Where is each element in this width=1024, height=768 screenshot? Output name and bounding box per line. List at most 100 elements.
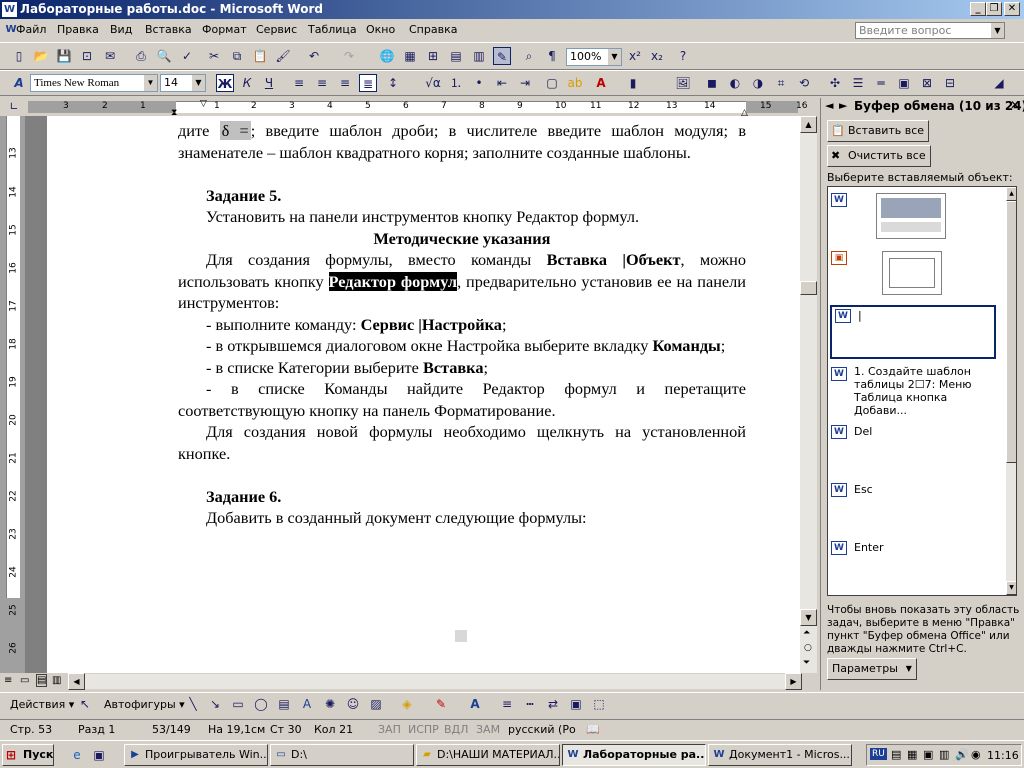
tables-borders-icon[interactable]: ▦: [401, 47, 419, 65]
selected-text[interactable]: Редактор формул: [328, 271, 458, 291]
clip-scroll-up-icon[interactable]: ▲: [1006, 187, 1016, 201]
reset-picture-icon[interactable]: ⊟: [941, 74, 959, 92]
status-track[interactable]: ИСПР: [408, 723, 439, 736]
redo-icon[interactable]: ↷: [340, 47, 358, 65]
brightness-icon[interactable]: ◑: [749, 74, 767, 92]
tray-connection-icon[interactable]: ▥: [939, 748, 949, 761]
status-ext[interactable]: ВДЛ: [444, 723, 468, 736]
rectangle-icon[interactable]: ▭: [229, 695, 247, 713]
columns-icon[interactable]: ▥: [470, 47, 488, 65]
next-page-icon[interactable]: ⏷: [803, 658, 810, 668]
rotate-icon[interactable]: ⟲: [795, 74, 813, 92]
compress-icon[interactable]: ═: [872, 74, 890, 92]
clear-all-button[interactable]: ✖ Очистить все: [827, 145, 931, 167]
line-spacing-icon[interactable]: ↕: [384, 74, 402, 92]
status-ovr[interactable]: ЗАМ: [476, 723, 500, 736]
clip-item-enter[interactable]: W Enter: [828, 539, 1000, 589]
justify-icon[interactable]: ≣: [359, 74, 377, 92]
border-icon[interactable]: ▢: [543, 74, 561, 92]
clip-list-scrollbar[interactable]: ▲ ▼: [1006, 187, 1016, 595]
format-picture-icon[interactable]: ⊠: [918, 74, 936, 92]
document-page[interactable]: дите δ =; введите шаблон дроби; в числит…: [47, 116, 800, 673]
superscript-icon[interactable]: x²: [626, 47, 644, 65]
draw-font-color-icon[interactable]: A: [466, 695, 484, 713]
print-layout-icon[interactable]: ▤: [36, 674, 48, 687]
task-explorer-materials[interactable]: ▰ D:\НАШИ МАТЕРИАЛ...: [416, 744, 560, 766]
word-app-icon[interactable]: W: [2, 2, 17, 17]
menu-file[interactable]: Файл: [16, 23, 46, 36]
horizontal-scroll-track[interactable]: [85, 674, 785, 689]
menu-view[interactable]: Вид: [110, 23, 132, 36]
scroll-up-icon[interactable]: ▲: [800, 116, 817, 133]
menu-tools[interactable]: Сервис: [256, 23, 297, 36]
menu-format[interactable]: Формат: [202, 23, 247, 36]
ruler-track[interactable]: [176, 101, 746, 113]
volume-icon[interactable]: 🔊: [955, 748, 969, 761]
clip-item-4[interactable]: W 1. Создайте шаблон таблицы 2☐7: Меню Т…: [828, 365, 1000, 417]
3d-icon[interactable]: ⬚: [590, 695, 608, 713]
clipart-icon[interactable]: ☺: [344, 695, 362, 713]
draw-actions-menu[interactable]: Действия ▾: [10, 698, 74, 711]
clipboard-items-list[interactable]: W ▣ W | W 1. Создайте шаблон таблицы 2☐7…: [827, 186, 1017, 596]
help-dropdown-arrow-icon[interactable]: ▼: [991, 23, 1004, 38]
scroll-down-icon[interactable]: ▼: [800, 609, 817, 626]
underline-button[interactable]: Ч: [260, 74, 278, 92]
align-left-icon[interactable]: ≡: [290, 74, 308, 92]
italic-button[interactable]: К: [238, 74, 256, 92]
vertical-scrollbar[interactable]: ▲ ▼ ⏶ ○ ⏷: [800, 116, 817, 673]
insert-excel-icon[interactable]: ▤: [447, 47, 465, 65]
clip-item-esc[interactable]: W Esc: [828, 481, 1000, 531]
first-line-indent-marker-icon[interactable]: ▽: [200, 99, 207, 109]
tray-display-icon[interactable]: ▣: [923, 748, 933, 761]
task-explorer-d[interactable]: ▭ D:\: [270, 744, 414, 766]
format-painter-icon[interactable]: 🖌: [274, 47, 292, 65]
undo-icon[interactable]: ↶: [305, 47, 323, 65]
equation-editor-icon[interactable]: √α: [424, 74, 442, 92]
highlight-icon[interactable]: ab: [566, 74, 584, 92]
wrap-icon[interactable]: ✣: [826, 74, 844, 92]
wordart-icon[interactable]: A: [298, 695, 316, 713]
line-style-icon[interactable]: ☰: [849, 74, 867, 92]
diagram-icon[interactable]: ✺: [321, 695, 339, 713]
copy-icon[interactable]: ⧉: [228, 47, 246, 65]
font-combo[interactable]: Times New Roman ▼: [30, 74, 158, 92]
increase-indent-icon[interactable]: ⇥: [516, 74, 534, 92]
contrast-icon[interactable]: ◐: [726, 74, 744, 92]
prev-page-icon[interactable]: ⏶: [803, 628, 810, 638]
formula-field[interactable]: δ =: [219, 121, 251, 140]
size-combo[interactable]: 14 ▼: [160, 74, 206, 92]
color-icon[interactable]: ◼: [703, 74, 721, 92]
language-indicator[interactable]: RU: [870, 748, 887, 760]
spelling-icon[interactable]: ✓: [178, 47, 196, 65]
paste-icon[interactable]: 📋: [251, 47, 269, 65]
menu-window[interactable]: Окно: [366, 23, 395, 36]
drawing-icon[interactable]: ✎: [493, 47, 511, 65]
browse-object-icon[interactable]: ○: [804, 643, 812, 653]
oval-icon[interactable]: ◯: [252, 695, 270, 713]
minimize-button[interactable]: _: [970, 2, 986, 16]
help-icon[interactable]: ?: [674, 47, 692, 65]
document-area[interactable]: дите δ =; введите шаблон дроби; в числит…: [25, 116, 800, 673]
menu-table[interactable]: Таблица: [308, 23, 357, 36]
clock[interactable]: 11:16: [987, 749, 1019, 762]
text-wrapping-icon[interactable]: ▣: [895, 74, 913, 92]
line-color-icon[interactable]: ✎: [432, 695, 450, 713]
arrow-icon[interactable]: ↘: [206, 695, 224, 713]
print-preview-icon[interactable]: 🔍: [155, 47, 173, 65]
ie-icon[interactable]: e: [68, 746, 86, 764]
decrease-indent-icon[interactable]: ⇤: [493, 74, 511, 92]
numbering-icon[interactable]: ⒈: [447, 74, 465, 92]
clip-item-selected[interactable]: W |: [830, 305, 996, 359]
zoom-combo[interactable]: 100% ▼: [566, 48, 622, 66]
close-button[interactable]: ✕: [1004, 2, 1020, 16]
show-hide-icon[interactable]: ¶: [543, 47, 561, 65]
normal-view-icon[interactable]: ≡: [4, 675, 12, 686]
document-map-icon[interactable]: ⌕: [520, 47, 538, 65]
tray-network-icon[interactable]: ▦: [907, 748, 917, 761]
tab-selector-icon[interactable]: ∟: [5, 98, 23, 116]
cut-icon[interactable]: ✂: [205, 47, 223, 65]
font-dropdown-icon[interactable]: ▼: [144, 75, 157, 91]
shadow-icon[interactable]: ▣: [567, 695, 585, 713]
scroll-left-icon[interactable]: ◀: [68, 673, 85, 690]
task-media-player[interactable]: ▶ Проигрыватель Win...: [124, 744, 268, 766]
